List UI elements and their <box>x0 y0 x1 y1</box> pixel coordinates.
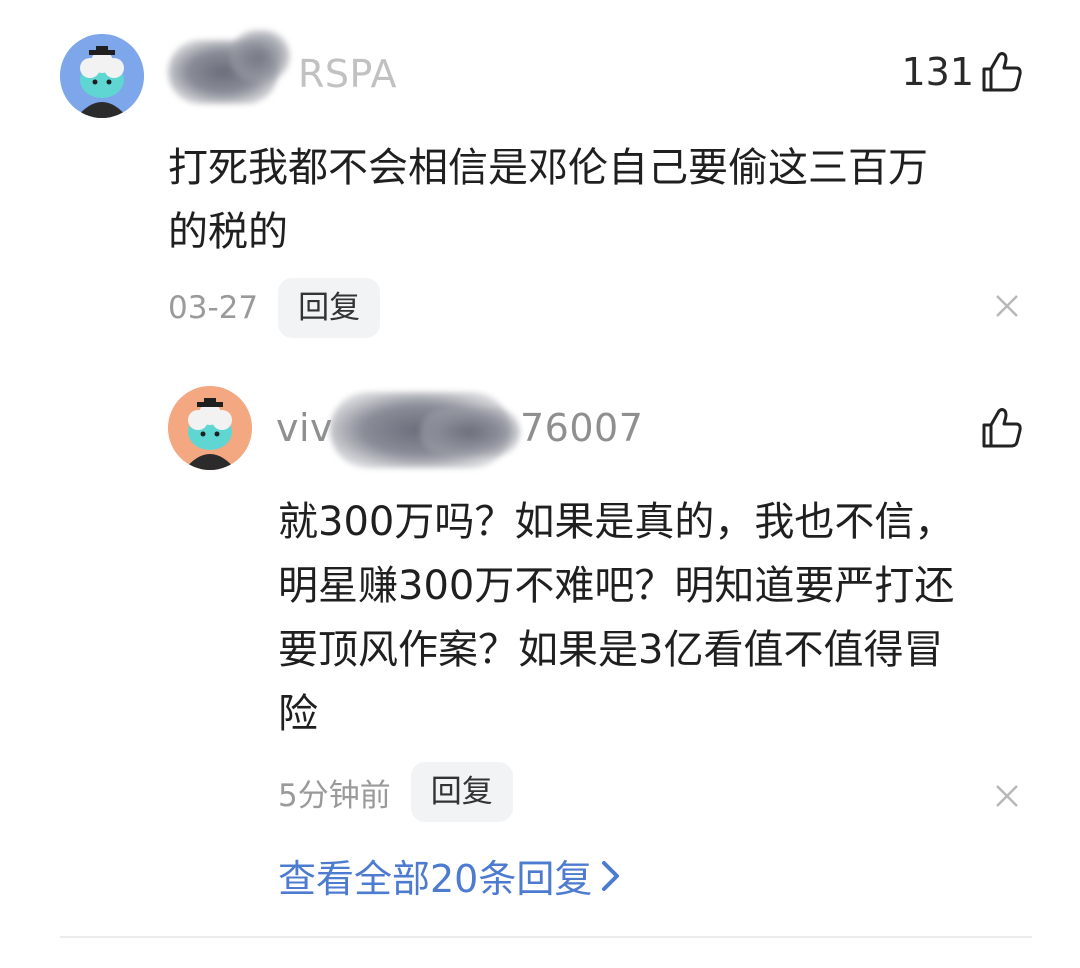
avatar-icon <box>60 34 144 118</box>
reply-text-line: 要顶风作案？如果是3亿看值不值得冒 <box>278 627 944 673</box>
like-button[interactable] <box>974 406 1024 450</box>
reply-item: viv 76007 就300万吗？如果是真的，我也不信， 明星赚300万不难吧？… <box>0 370 1080 830</box>
comment-meta: 03-27 回复 <box>168 278 381 338</box>
avatar-icon <box>168 386 252 470</box>
close-icon[interactable] <box>994 778 1020 818</box>
reply-button[interactable]: 回复 <box>410 762 513 822</box>
comment-item: RSPA 131 打死我都不会相信是邓伦自己要偷这三百万 的税的 03-27 回… <box>0 0 1080 350</box>
comment-username[interactable]: RSPA <box>298 52 397 96</box>
divider <box>60 936 1032 938</box>
view-all-replies-link[interactable]: 查看全部20条回复 <box>278 848 622 903</box>
like-count: 131 <box>901 50 974 94</box>
comment-text: 打死我都不会相信是邓伦自己要偷这三百万 的税的 <box>168 136 1048 264</box>
chevron-right-icon <box>602 860 620 891</box>
reply-time: 5分钟前 <box>278 777 391 814</box>
thumbs-up-icon <box>982 408 1022 448</box>
comment-text-line: 打死我都不会相信是邓伦自己要偷这三百万 <box>168 145 928 191</box>
reply-text-line: 就300万吗？如果是真的，我也不信， <box>278 499 955 545</box>
reply-meta: 5分钟前 回复 <box>278 762 513 822</box>
username-redaction <box>230 30 290 82</box>
reply-text: 就300万吗？如果是真的，我也不信， 明星赚300万不难吧？明知道要严打还 要顶… <box>278 490 1048 746</box>
comment-text-line: 的税的 <box>168 209 288 255</box>
reply-text-line: 明星赚300万不难吧？明知道要严打还 <box>278 563 955 609</box>
like-button[interactable]: 131 <box>901 50 1024 94</box>
view-all-label: 查看全部20条回复 <box>278 857 593 901</box>
avatar[interactable] <box>60 34 144 118</box>
reply-username-suffix: 76007 <box>520 406 644 450</box>
reply-username-prefix: viv <box>276 406 334 450</box>
close-icon[interactable] <box>994 288 1020 328</box>
comment-date: 03-27 <box>168 290 259 326</box>
reply-text-line: 险 <box>278 691 318 737</box>
thumbs-up-icon <box>982 52 1022 92</box>
reply-button[interactable]: 回复 <box>278 278 381 338</box>
username-redaction <box>420 408 520 456</box>
avatar[interactable] <box>168 386 252 470</box>
reply-username[interactable]: viv <box>276 406 333 450</box>
